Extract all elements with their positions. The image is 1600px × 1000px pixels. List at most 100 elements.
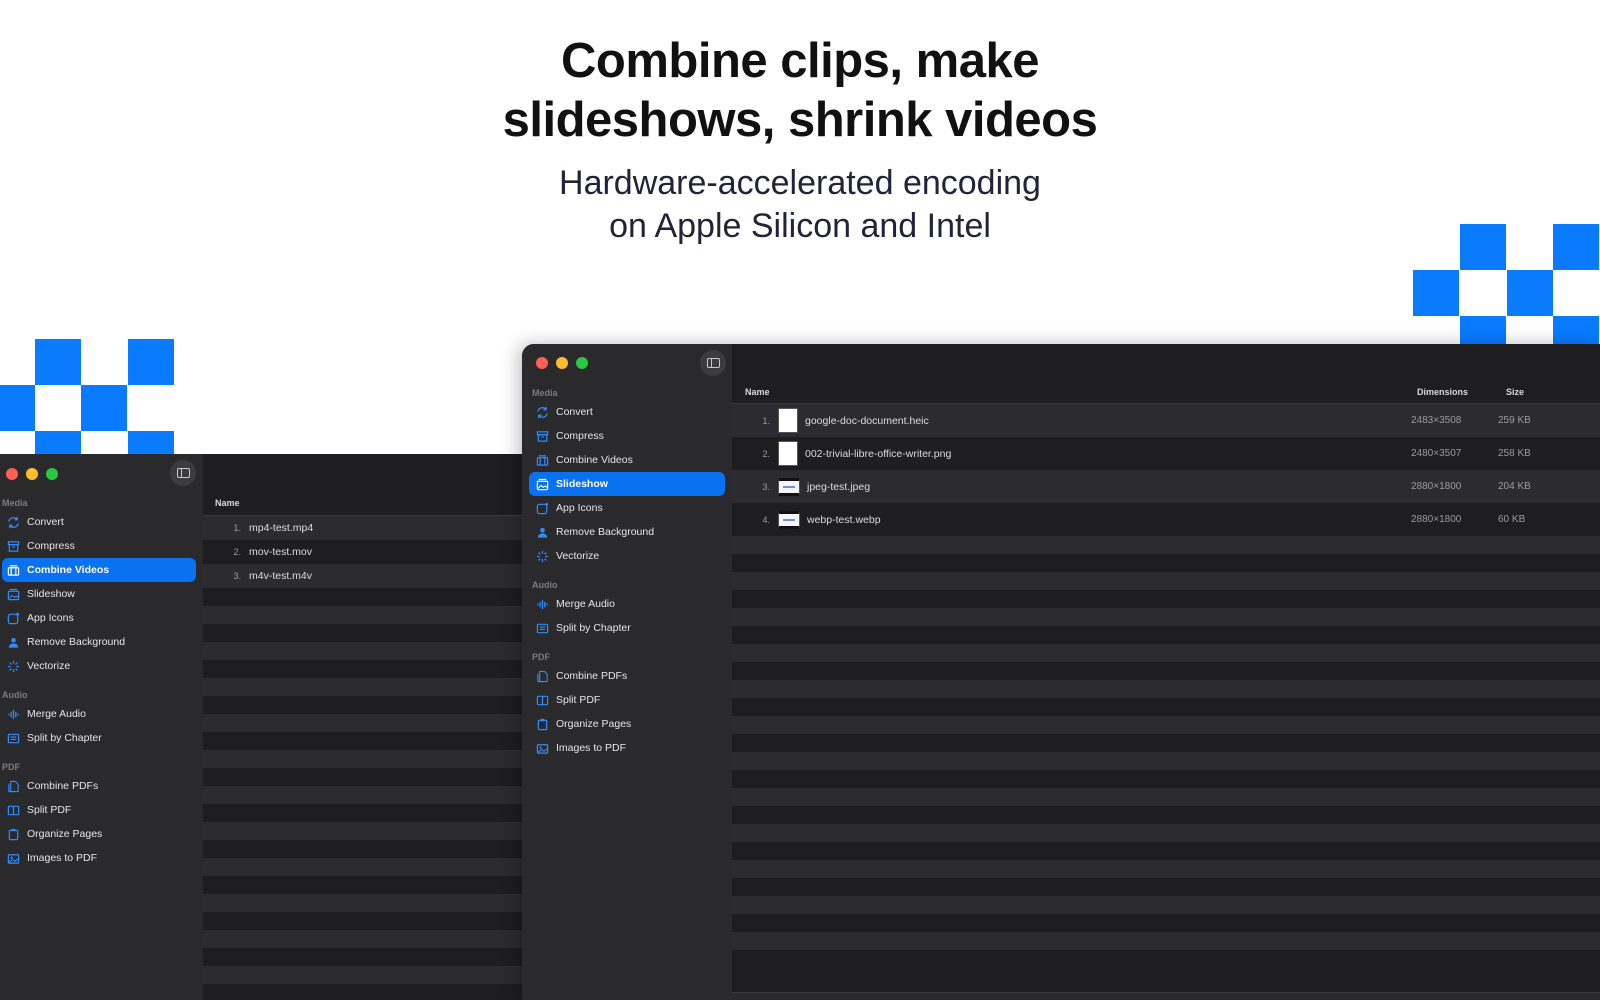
sidebar-item-remove-background[interactable]: Remove Background xyxy=(2,630,196,654)
table-row[interactable]: 2. mov-test.mov xyxy=(203,540,524,564)
table-row[interactable]: 3. jpeg-test.jpeg 2880×1800 204 KB xyxy=(732,470,1600,503)
sidebar-item-convert[interactable]: Convert xyxy=(529,400,725,424)
file-size: 259 KB xyxy=(1498,415,1531,426)
table-row[interactable]: 1. mp4-test.mp4 xyxy=(203,516,524,540)
column-header-size[interactable]: Size xyxy=(1506,387,1524,397)
column-header-name[interactable]: Name xyxy=(215,498,240,508)
sidebar-item-split-pdf[interactable]: Split PDF xyxy=(2,798,196,822)
sidebar-item-compress[interactable]: Compress xyxy=(529,424,725,448)
empty-row xyxy=(732,680,1600,698)
empty-row xyxy=(203,840,524,858)
sidebar-section-pdf: PDF xyxy=(532,652,550,662)
empty-row xyxy=(732,626,1600,644)
empty-row xyxy=(732,896,1600,914)
checker-square xyxy=(0,385,35,431)
person-icon xyxy=(535,525,550,540)
minimize-window-button[interactable] xyxy=(556,357,568,369)
sidebar-item-convert[interactable]: Convert xyxy=(2,510,196,534)
empty-row xyxy=(732,878,1600,896)
sidebar-item-combine-videos[interactable]: Combine Videos xyxy=(529,448,725,472)
sidebar-item-organize-pages[interactable]: Organize Pages xyxy=(529,712,725,736)
zoom-window-button[interactable] xyxy=(576,357,588,369)
table-row[interactable]: 1. google-doc-document.heic 2483×3508 25… xyxy=(732,404,1600,437)
sidebar-item-split-pdf[interactable]: Split PDF xyxy=(529,688,725,712)
column-header-name[interactable]: Name xyxy=(745,387,770,397)
checker-square xyxy=(1460,316,1506,346)
sidebar-item-label: Convert xyxy=(27,516,64,528)
file-table: 1. mp4-test.mp4 2. mov-test.mov 3. m4v-t… xyxy=(203,516,524,1000)
close-window-button[interactable] xyxy=(6,468,18,480)
file-name: mov-test.mov xyxy=(249,546,313,558)
sidebar-item-compress[interactable]: Compress xyxy=(2,534,196,558)
table-row[interactable]: 2. 002-trivial-libre-office-writer.png 2… xyxy=(732,437,1600,470)
empty-row xyxy=(203,606,524,624)
column-header-dimensions[interactable]: Dimensions xyxy=(1417,387,1468,397)
sidebar-item-slideshow[interactable]: Slideshow xyxy=(529,472,725,496)
list-rectangle-icon xyxy=(6,731,21,746)
sidebar-item-slideshow[interactable]: Slideshow xyxy=(2,582,196,606)
empty-row xyxy=(732,644,1600,662)
sidebar-item-merge-audio[interactable]: Merge Audio xyxy=(2,702,196,726)
minimize-window-button[interactable] xyxy=(26,468,38,480)
column-header-row: Name xyxy=(203,498,524,516)
file-size: 204 KB xyxy=(1498,481,1531,492)
sidebar-item-vectorize[interactable]: Vectorize xyxy=(2,654,196,678)
file-name: m4v-test.m4v xyxy=(249,570,313,582)
window-controls xyxy=(536,357,588,369)
sidebar-toggle-icon xyxy=(706,358,720,368)
sidebar-item-combine-videos[interactable]: Combine Videos xyxy=(2,558,196,582)
arrows-circle-icon xyxy=(6,515,21,530)
zoom-window-button[interactable] xyxy=(46,468,58,480)
sidebar-item-remove-background[interactable]: Remove Background xyxy=(529,520,725,544)
sidebar-item-images-to-pdf[interactable]: Images to PDF xyxy=(529,736,725,760)
archive-box-icon xyxy=(6,539,21,554)
checker-square xyxy=(35,431,81,455)
checker-pattern-left xyxy=(0,339,175,455)
sidebar-item-vectorize[interactable]: Vectorize xyxy=(529,544,725,568)
empty-row xyxy=(732,788,1600,806)
sidebar-item-merge-audio[interactable]: Merge Audio xyxy=(529,592,725,616)
empty-row xyxy=(203,894,524,912)
sidebar-item-label: Combine Videos xyxy=(556,454,633,466)
sidebar: Media Convert Compress Combine Videos Sl… xyxy=(522,344,732,1000)
file-list-pane: Name Dimensions Size 1. google-doc-docum… xyxy=(732,344,1600,1000)
sidebar-section-audio: Audio xyxy=(532,580,558,590)
sidebar-item-combine-pdfs[interactable]: Combine PDFs xyxy=(529,664,725,688)
file-name: google-doc-document.heic xyxy=(805,414,929,427)
hero-title: Combine clips, make slideshows, shrink v… xyxy=(0,32,1600,150)
table-row[interactable]: 3. m4v-test.m4v xyxy=(203,564,524,588)
empty-row xyxy=(203,804,524,822)
checker-square xyxy=(128,431,174,455)
empty-row xyxy=(203,714,524,732)
close-window-button[interactable] xyxy=(536,357,548,369)
row-index: 2. xyxy=(233,547,241,557)
empty-row xyxy=(203,858,524,876)
list-rectangle-icon xyxy=(535,621,550,636)
sidebar-item-app-icons[interactable]: App Icons xyxy=(529,496,725,520)
hero-title-line1: Combine clips, make xyxy=(561,34,1039,88)
sidebar-item-split-by-chapter[interactable]: Split by Chapter xyxy=(2,726,196,750)
empty-row xyxy=(203,642,524,660)
photo-icon xyxy=(6,851,21,866)
sidebar-item-label: Combine PDFs xyxy=(27,780,99,792)
checker-square xyxy=(1553,224,1599,270)
sidebar-item-images-to-pdf[interactable]: Images to PDF xyxy=(2,846,196,870)
sidebar-section-media: Media xyxy=(2,498,28,508)
column-header-row: Name Dimensions Size xyxy=(732,384,1600,404)
sidebar-toggle-button[interactable] xyxy=(700,350,726,376)
table-row[interactable]: 4. webp-test.webp 2880×1800 60 KB xyxy=(732,503,1600,536)
sidebar-item-label: Merge Audio xyxy=(556,598,615,610)
sidebar-item-combine-pdfs[interactable]: Combine PDFs xyxy=(2,774,196,798)
sidebar-item-label: Vectorize xyxy=(27,660,71,672)
file-name: mp4-test.mp4 xyxy=(249,522,314,534)
waveform-icon xyxy=(6,707,21,722)
file-table: 1. google-doc-document.heic 2483×3508 25… xyxy=(732,404,1600,1000)
empty-row xyxy=(732,824,1600,842)
sidebar-item-split-by-chapter[interactable]: Split by Chapter xyxy=(529,616,725,640)
row-index: 4. xyxy=(762,514,770,525)
sidebar-toggle-button[interactable] xyxy=(170,460,196,486)
sidebar-nav: Media Convert Compress Combine Videos Sl… xyxy=(522,386,732,760)
sidebar-item-app-icons[interactable]: App Icons xyxy=(2,606,196,630)
bottom-toolbar xyxy=(732,992,1600,1000)
sidebar-item-organize-pages[interactable]: Organize Pages xyxy=(2,822,196,846)
